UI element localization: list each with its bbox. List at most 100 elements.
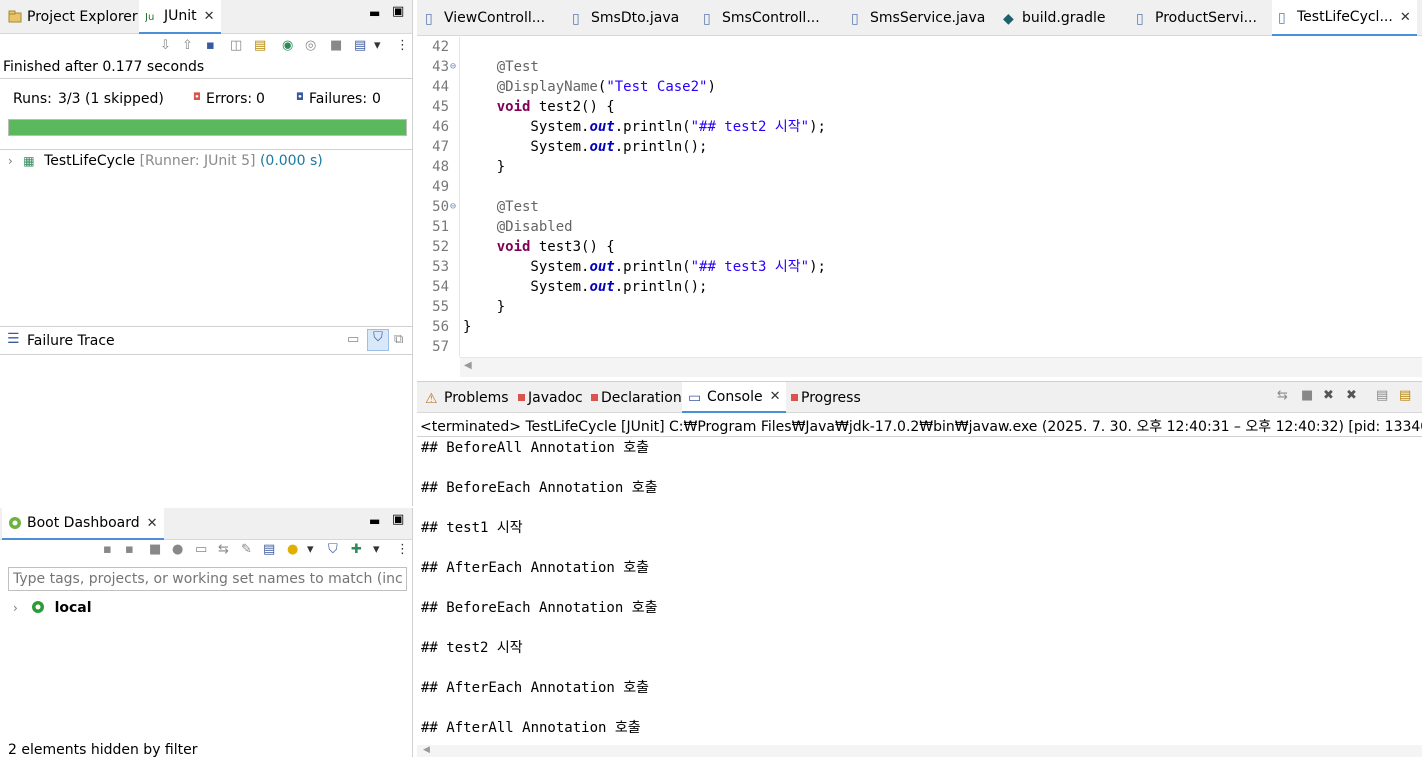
dropdown-icon[interactable]: ▾ (307, 542, 314, 557)
tab-declaration[interactable]: Declaration (585, 382, 688, 413)
scroll-lock-icon[interactable]: ▤ (1399, 388, 1411, 403)
horizontal-scrollbar[interactable]: ◀ (460, 357, 1422, 377)
code-line[interactable]: 46 System.out.println("## test2 시작"); (417, 117, 1422, 137)
editor-tab-build-gradle[interactable]: ◆ build.gradle (997, 0, 1112, 36)
tab-project-explorer[interactable]: Project Explorer (2, 0, 144, 34)
code-line[interactable]: 43 ⊖ @Test (417, 57, 1422, 77)
show-skipped-icon[interactable]: ◫ (230, 38, 242, 53)
code-line[interactable]: 51 @Disabled (417, 217, 1422, 237)
code-text: } (463, 299, 506, 315)
stop-icon[interactable]: ■ (149, 542, 161, 557)
editor-tab-smsdto[interactable]: ▯ SmsDto.java (566, 0, 685, 36)
close-icon[interactable]: ✕ (770, 389, 781, 404)
chevron-right-icon[interactable]: › (13, 601, 18, 615)
rerun-icon[interactable]: ◉ (282, 38, 293, 53)
boot-tree-item-local[interactable]: › local (13, 600, 92, 616)
failure-trace-title: Failure Trace (27, 333, 115, 349)
close-icon[interactable]: ✕ (1400, 10, 1411, 25)
minimize-icon[interactable]: ▬ (369, 514, 380, 528)
lightbulb-icon[interactable]: ● (287, 542, 298, 557)
scroll-left-icon[interactable]: ◀ (423, 745, 430, 755)
dropdown-icon[interactable]: ▾ (373, 542, 380, 557)
copy-trace-icon[interactable]: ⧉ (394, 332, 403, 347)
remove-all-icon[interactable]: ✖ (1346, 388, 1357, 403)
console-icon[interactable]: ▭ (195, 542, 207, 557)
rerun-failed-icon[interactable]: ◎ (305, 38, 316, 53)
code-line[interactable]: 55 } (417, 297, 1422, 317)
maximize-icon[interactable]: ▣ (392, 4, 404, 19)
filter-input[interactable] (8, 567, 407, 591)
maximize-icon[interactable]: ▣ (392, 512, 404, 527)
code-text: System.out.println("## test3 시작"); (463, 259, 826, 275)
code-line[interactable]: 42 (417, 37, 1422, 57)
dropdown-icon[interactable]: ▾ (374, 38, 381, 53)
view-menu-icon[interactable]: ⋮ (396, 542, 409, 557)
link-icon[interactable]: ⇆ (218, 542, 229, 557)
tab-problems[interactable]: ⚠ Problems (419, 382, 515, 413)
next-failure-icon[interactable]: ⇩ (160, 38, 171, 53)
view-menu-icon[interactable]: ⋮ (396, 38, 409, 53)
spring-local-icon (31, 601, 44, 613)
open-browser-icon[interactable]: ● (172, 542, 183, 557)
fold-toggle-icon[interactable]: ⊖ (450, 197, 456, 217)
code-line[interactable]: 53 System.out.println("## test3 시작"); (417, 257, 1422, 277)
code-editor[interactable]: 42 43 ⊖ @Test 44 @DisplayName("Test Case2")… (417, 37, 1422, 357)
compare-icon[interactable]: ▭ (347, 332, 359, 347)
console-scrollbar[interactable]: ◀ (417, 745, 1422, 757)
code-line[interactable]: 44 @DisplayName("Test Case2") (417, 77, 1422, 97)
close-icon[interactable]: ✕ (147, 516, 158, 531)
code-line[interactable]: 48 } (417, 157, 1422, 177)
show-failures-only-icon[interactable]: ▪ (206, 38, 215, 53)
remove-launch-icon[interactable]: ✖ (1323, 388, 1334, 403)
start-icon[interactable]: ▪ (103, 542, 112, 557)
editor-tab-smscontroller[interactable]: ▯ SmsControll... (697, 0, 826, 36)
terminate-icon[interactable]: ■ (1301, 388, 1313, 403)
tab-javadoc[interactable]: Javadoc (512, 382, 589, 413)
previous-failure-icon[interactable]: ⇧ (182, 38, 193, 53)
code-line[interactable]: 47 System.out.println(); (417, 137, 1422, 157)
code-line[interactable]: 49 (417, 177, 1422, 197)
svg-text:Ju: Ju (145, 12, 154, 23)
editor-tab-productservice[interactable]: ▯ ProductServi... (1130, 0, 1263, 36)
console-output[interactable]: ## BeforeAll Annotation 호출 ## BeforeEach … (421, 438, 1421, 738)
code-line[interactable]: 56} (417, 317, 1422, 337)
project-explorer-icon (8, 10, 22, 23)
tab-console[interactable]: ▭ Console ✕ (682, 382, 787, 413)
tab-label: Problems (444, 389, 509, 406)
code-text: } (463, 319, 472, 335)
minimize-icon[interactable]: ▬ (369, 6, 380, 20)
stop-icon[interactable]: ■ (330, 38, 342, 53)
code-line[interactable]: 52 void test3() { (417, 237, 1422, 257)
console-line: ## AfterEach Annotation 호출 (421, 560, 650, 576)
clear-console-icon[interactable]: ▤ (1376, 388, 1388, 403)
scroll-left-icon[interactable]: ◀ (464, 360, 472, 371)
close-icon[interactable]: ✕ (204, 9, 215, 24)
add-icon[interactable]: ✚ (351, 542, 362, 557)
history-icon[interactable]: ▤ (354, 38, 366, 53)
tab-progress[interactable]: Progress (785, 382, 867, 413)
filter-icon[interactable]: ⛉ (328, 542, 338, 557)
tab-junit[interactable]: Ju JUnit ✕ (139, 0, 221, 34)
code-line[interactable]: 50 ⊖ @Test (417, 197, 1422, 217)
fold-toggle-icon[interactable]: ⊖ (450, 57, 456, 77)
code-line[interactable]: 54 System.out.println(); (417, 277, 1422, 297)
editor-tab-smsservice[interactable]: ▯ SmsService.java (845, 0, 991, 36)
scroll-lock-icon[interactable]: ▤ (254, 38, 266, 53)
editor-tab-viewcontroller[interactable]: ▯ ViewControll... (419, 0, 551, 36)
properties-icon[interactable]: ▤ (263, 542, 275, 557)
test-tree-item[interactable]: › ▦ TestLifeCycle [Runner: JUnit 5] (0.0… (8, 153, 323, 171)
tab-boot-dashboard[interactable]: Boot Dashboard ✕ (2, 508, 164, 540)
edit-icon[interactable]: ✎ (241, 542, 252, 557)
debug-icon[interactable]: ▪ (125, 542, 134, 557)
java-file-icon: ▯ (425, 11, 433, 27)
filter-stack-icon[interactable]: ⛉ (367, 329, 389, 351)
code-text: System.out.println("## test2 시작"); (463, 119, 826, 135)
chevron-right-icon[interactable]: › (8, 154, 13, 168)
editor-tab-testlifecycle[interactable]: ▯ TestLifeCycl... ✕ (1272, 0, 1417, 36)
line-number: 54 (432, 279, 449, 295)
code-line[interactable]: 57 (417, 337, 1422, 357)
link-icon[interactable]: ⇆ (1277, 388, 1288, 403)
code-line[interactable]: 45 void test2() { (417, 97, 1422, 117)
tab-label: Declaration (601, 389, 682, 406)
